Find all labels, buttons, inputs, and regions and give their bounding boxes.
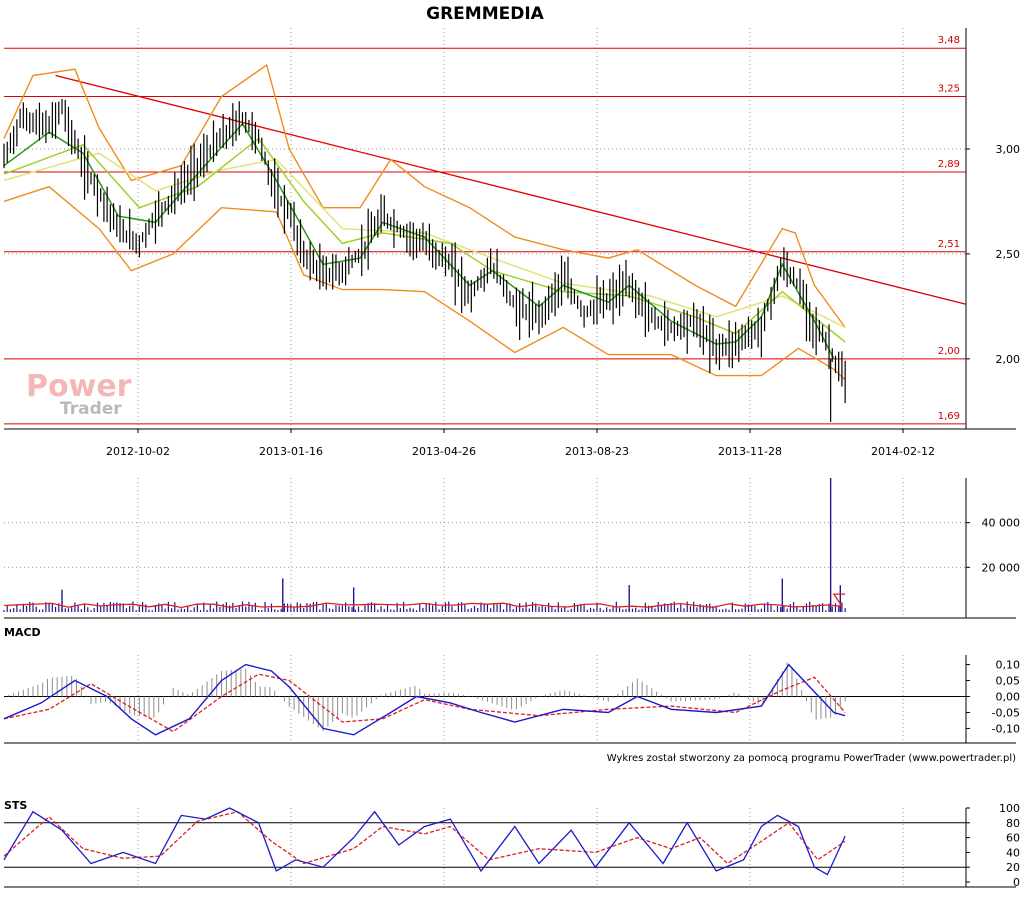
stock-chart: GREMMEDIA Power Trader 2012-10-02 2013-01… [0, 0, 1024, 904]
macd-y-tick-label: 0,05 [996, 675, 1021, 688]
sts-k-line [3, 807, 846, 876]
volume-panel: 40 000 20 000 [3, 478, 1021, 619]
macd-y-tick-label: -0,10 [992, 722, 1020, 735]
macd-y-tick-label: 0,10 [996, 659, 1021, 672]
macd-y-tick-label: 0,00 [996, 691, 1021, 704]
sts-y-tick-label: 20 [1006, 861, 1020, 874]
volume-y-tick-label: 40 000 [982, 517, 1021, 530]
watermark-logo: Power Trader [26, 369, 132, 419]
sts-y-tick-label: 60 [1006, 832, 1020, 845]
macd-panel-title: MACD [4, 626, 41, 639]
sts-y-tick-label: 0 [1013, 876, 1020, 889]
macd-y-tick-label: -0,05 [992, 706, 1020, 719]
x-tick-label: 2013-01-16 [259, 445, 323, 458]
sts-panel-title: STS [4, 799, 27, 812]
footer-credit: Wykres został stworzony za pomocą progra… [607, 753, 1016, 764]
bollinger-upper-line [3, 63, 846, 328]
price-y-tick-label: 2,00 [996, 353, 1021, 366]
level-label: 2,89 [938, 159, 960, 170]
sts-d-line [3, 810, 846, 865]
watermark-trader-text: Trader [60, 399, 122, 419]
sts-y-tick-label: 80 [1006, 817, 1020, 830]
chart-canvas: GREMMEDIA Power Trader 2012-10-02 2013-01… [3, 4, 1021, 889]
chart-title: GREMMEDIA [426, 4, 545, 24]
level-label: 3,48 [938, 35, 960, 46]
volume-y-tick-label: 20 000 [982, 561, 1021, 574]
level-label: 1,69 [938, 411, 960, 422]
sts-panel: STS 100 80 6040 20 0 [3, 799, 1020, 889]
trendline [55, 74, 967, 305]
x-tick-label: 2012-10-02 [106, 445, 170, 458]
x-tick-label: 2013-04-26 [412, 445, 476, 458]
price-y-tick-label: 2,50 [996, 248, 1021, 261]
level-label: 2,00 [938, 346, 960, 357]
volume-ma-line [3, 593, 846, 609]
level-label: 2,51 [938, 239, 960, 250]
x-tick-label: 2013-11-28 [718, 445, 782, 458]
x-tick-label: 2013-08-23 [565, 445, 629, 458]
price-panel: 2012-10-02 2013-01-16 2013-04-26 2013-08-23… [3, 28, 1021, 458]
price-y-tick-label: 3,00 [996, 143, 1021, 156]
macd-panel: MACD 0,10 0,05 0,00 -0,05 -0,10 [3, 626, 1021, 744]
level-label: 3,25 [938, 83, 960, 94]
sts-y-tick-label: 100 [999, 802, 1020, 815]
sts-y-tick-label: 40 [1006, 846, 1020, 859]
x-tick-label: 2014-02-12 [871, 445, 935, 458]
